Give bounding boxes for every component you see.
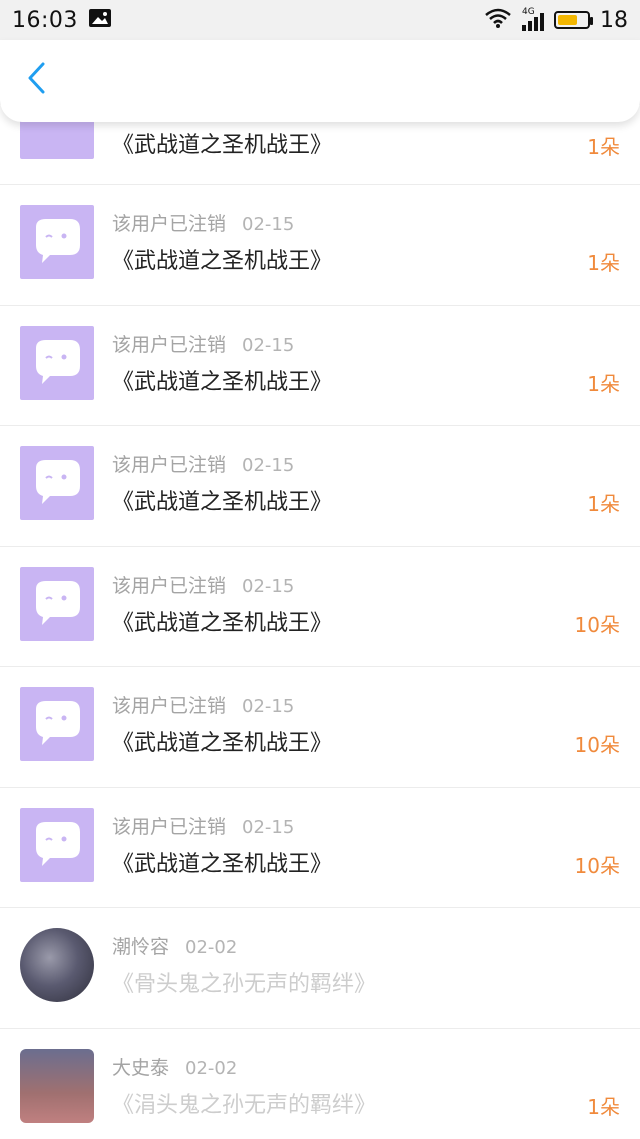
list-item[interactable]: 该用户已注销 02-15 《武战道之圣机战王》 10朵 [0, 667, 640, 788]
user-line: 该用户已注销 02-15 [112, 812, 294, 839]
user-line: 该用户已注销 02-15 [112, 209, 294, 236]
chat-bubble-icon [36, 219, 80, 263]
image-notification-icon [88, 8, 112, 32]
book-title: 《涓头鬼之孙无声的羁绊》 [112, 1092, 377, 1118]
user-line: 潮怜容 02-02 [112, 932, 237, 959]
user-name: 大史泰 [112, 1056, 170, 1079]
book-title: 《武战道之圣机战王》 [112, 610, 333, 636]
date: 02-15 [242, 334, 295, 356]
back-button[interactable] [16, 60, 56, 100]
list-item[interactable]: 潮怜容 02-02 《骨头鬼之孙无声的羁绊》 [0, 908, 640, 1029]
status-left: 16:03 [0, 8, 112, 33]
battery-level: 18 [600, 7, 628, 33]
chat-bubble-icon [36, 821, 80, 866]
user-name: 该用户已注销 [112, 454, 227, 476]
list-item[interactable]: 该用户已注销 02-15 《武战道之圣机战王》 1朵 [0, 426, 640, 547]
wifi-icon [484, 7, 512, 33]
gift-amount: 10朵 [574, 612, 620, 637]
gift-amount: 10朵 [574, 733, 620, 757]
gift-amount: 1朵 [587, 492, 620, 516]
battery-icon [554, 11, 593, 29]
user-name: 该用户已注销 [112, 695, 227, 717]
avatar [20, 807, 94, 882]
cellular-signal-icon: 4G [522, 7, 544, 31]
book-title: 《武战道之圣机战王》 [112, 369, 333, 395]
user-line: 该用户已注销 02-15 [112, 330, 294, 357]
date: 02-15 [242, 575, 295, 597]
network-type: 4G [522, 7, 535, 17]
user-name: 该用户已注销 [112, 574, 227, 597]
book-title: 《武战道之圣机战王》 [112, 490, 333, 515]
date: 02-02 [185, 1057, 238, 1079]
user-line: 该用户已注销 02-15 [112, 691, 294, 718]
battery-fill [558, 15, 578, 25]
avatar [20, 325, 94, 400]
chevron-left-icon [25, 61, 47, 99]
chat-bubble-icon [36, 580, 80, 625]
avatar [20, 446, 94, 520]
status-bar: 16:03 4G 18 [0, 0, 640, 40]
book-title: 《骨头鬼之孙无声的羁绊》 [112, 972, 377, 997]
date: 02-15 [242, 214, 295, 235]
avatar [20, 205, 94, 279]
gift-amount: 1朵 [587, 371, 620, 396]
header [0, 40, 640, 122]
list-item[interactable]: 该用户已注销 02-15 《武战道之圣机战王》 1朵 [0, 185, 640, 306]
status-time: 16:03 [12, 7, 78, 33]
user-name: 该用户已注销 [112, 815, 227, 838]
chat-bubble-icon [36, 701, 80, 745]
book-title: 《武战道之圣机战王》 [112, 731, 333, 756]
book-title: 《武战道之圣机战王》 [112, 249, 333, 274]
book-title: 《武战道之圣机战王》 [112, 133, 333, 158]
list-item[interactable]: 该用户已注销 02-15 《武战道之圣机战王》 10朵 [0, 547, 640, 667]
date: 02-15 [242, 696, 295, 717]
gift-amount: 1朵 [587, 1094, 620, 1119]
gift-amount: 10朵 [574, 853, 620, 878]
status-right: 4G 18 [484, 7, 640, 33]
date: 02-02 [185, 937, 238, 958]
user-name: 该用户已注销 [112, 333, 227, 356]
avatar [20, 566, 94, 641]
avatar [20, 1048, 94, 1123]
avatar [20, 928, 94, 1002]
list-item[interactable]: 该用户已注销 02-15 《武战道之圣机战王》 10朵 [0, 788, 640, 908]
user-name: 该用户已注销 [112, 213, 227, 235]
gift-list: 《武战道之圣机战王》 1朵 该用户已注销 02-15 《武战道之圣机战王》 1朵 [0, 85, 640, 1139]
chat-bubble-icon [36, 460, 80, 504]
list-item[interactable]: 大史泰 02-02 《涓头鬼之孙无声的羁绊》 1朵 [0, 1029, 640, 1139]
list-item[interactable]: 该用户已注销 02-15 《武战道之圣机战王》 1朵 [0, 306, 640, 426]
date: 02-15 [242, 455, 295, 476]
date: 02-15 [242, 816, 295, 838]
user-line: 该用户已注销 02-15 [112, 571, 294, 598]
book-title: 《武战道之圣机战王》 [112, 851, 333, 877]
user-line: 该用户已注销 02-15 [112, 450, 294, 477]
chat-bubble-icon [36, 339, 80, 384]
user-name: 潮怜容 [112, 936, 170, 958]
avatar [20, 687, 94, 761]
user-line: 大史泰 02-02 [112, 1053, 237, 1080]
gift-amount: 1朵 [587, 251, 620, 275]
gift-amount: 1朵 [587, 135, 620, 159]
